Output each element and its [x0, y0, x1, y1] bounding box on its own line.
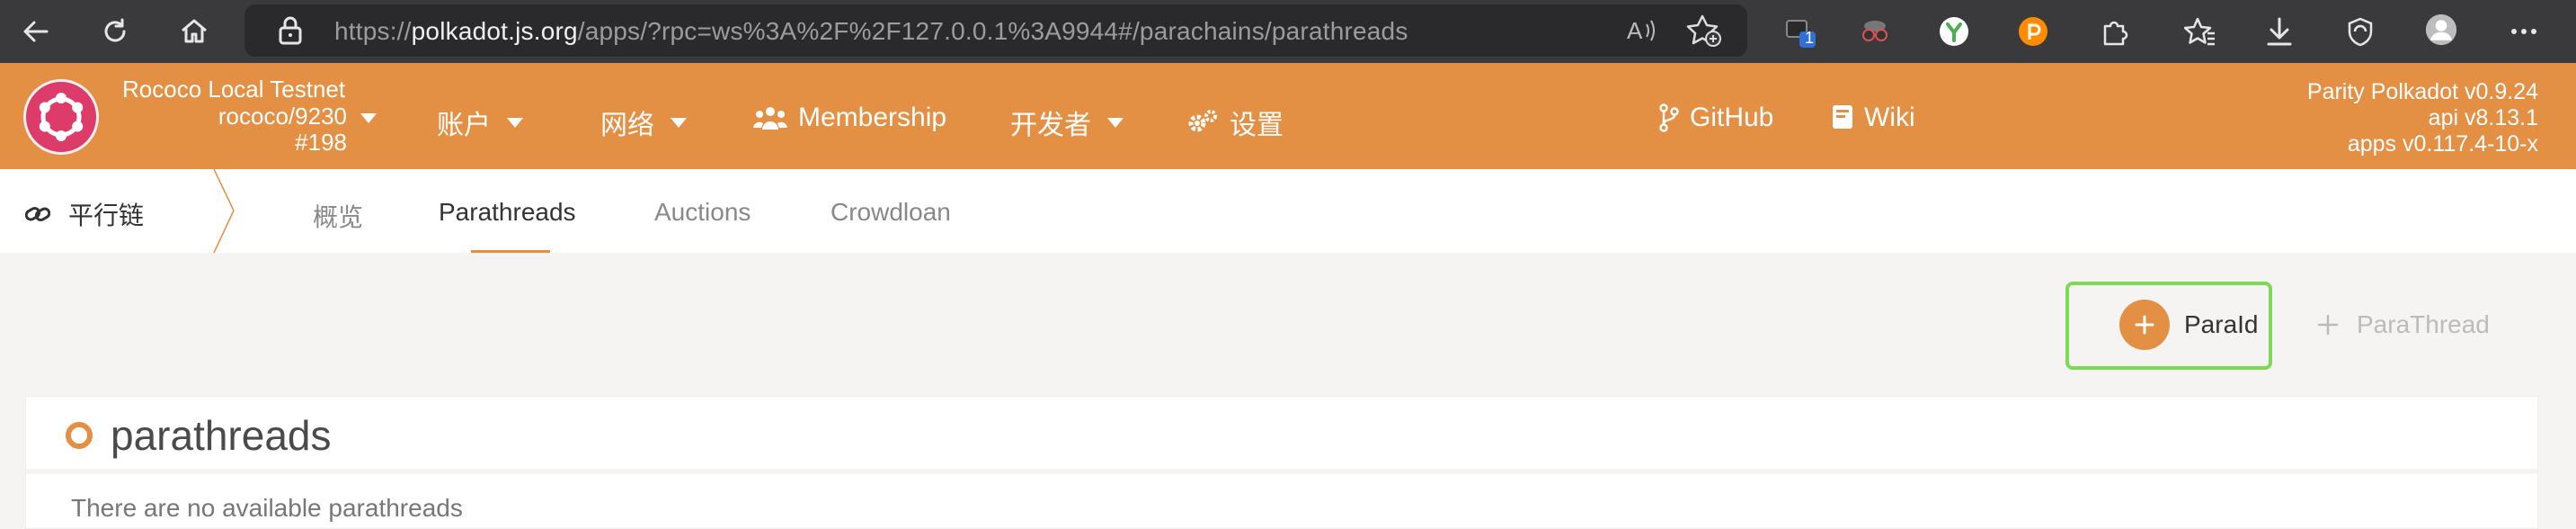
back-icon[interactable] [20, 15, 52, 48]
menu-accounts-label: 账户 [437, 111, 491, 140]
downloads-icon[interactable] [2263, 15, 2296, 48]
y-extension-icon[interactable] [1938, 15, 1970, 48]
add-paraid-button[interactable]: ParaId [2119, 300, 2259, 350]
table-title: parathreads [111, 412, 332, 459]
chevron-down-icon [507, 117, 523, 128]
tab-parathreads[interactable]: Parathreads [439, 198, 576, 227]
menu-membership-label: Membership [798, 103, 947, 132]
chevron-down-icon [1107, 117, 1124, 128]
parathreads-table: parathreads There are no available parat… [25, 396, 2538, 529]
tab-auctions[interactable]: Auctions [654, 198, 751, 227]
table-header: parathreads [66, 411, 332, 460]
code-branch-icon [1659, 103, 1679, 132]
plus-icon [2119, 300, 2170, 350]
menu-membership[interactable]: Membership [753, 103, 946, 133]
home-icon[interactable] [178, 15, 210, 48]
add-favorite-icon[interactable] [1686, 13, 1722, 48]
menu-settings-label: 设置 [1230, 111, 1284, 140]
browser-essentials-icon[interactable] [2344, 15, 2376, 48]
menu-developer-label: 开发者 [1010, 111, 1091, 140]
lock-icon[interactable] [277, 15, 304, 46]
sub-navigation: 平行链 概览 Parathreads Auctions Crowdloan [0, 169, 2576, 253]
browser-toolbar: https://polkadot.js.org/apps/?rpc=ws%3A%… [0, 0, 2576, 63]
users-icon [753, 104, 787, 131]
tab-overview[interactable]: 概览 [313, 198, 363, 234]
menu-developer[interactable]: 开发者 [1010, 103, 1124, 142]
block-number: #198 [295, 129, 347, 156]
plus-icon [2317, 314, 2339, 336]
menu-network-label: 网络 [600, 111, 654, 140]
add-parathread-button[interactable]: ParaThread [2317, 300, 2490, 350]
menu-wiki[interactable]: Wiki [1832, 103, 1915, 133]
chain-name: Rococo Local Testnet [122, 76, 346, 103]
menu-network[interactable]: 网络 [600, 103, 687, 142]
profile-icon[interactable] [2425, 13, 2461, 49]
extensions-puzzle-icon[interactable] [2098, 15, 2130, 48]
section-label: 平行链 [68, 202, 145, 229]
menu-wiki-label: Wiki [1864, 103, 1915, 132]
polkadot-logo[interactable] [23, 79, 99, 155]
apps-version: apps v0.117.4-10-x [2347, 131, 2538, 157]
tab-crowdloan[interactable]: Crowdloan [831, 198, 951, 227]
section-title: 平行链 [25, 196, 144, 232]
read-aloud-icon[interactable]: A [1625, 15, 1657, 46]
breadcrumb-separator [213, 169, 235, 253]
link-icon [25, 204, 50, 224]
extension-badge: 1 [1804, 29, 1814, 47]
chain-chevron-down-icon[interactable] [360, 113, 377, 123]
spy-extension-icon[interactable] [1859, 15, 1891, 48]
gears-icon [1186, 109, 1219, 136]
url-text: https://polkadot.js.org/apps/?rpc=ws%3A%… [334, 17, 1408, 45]
version-info: Parity Polkadot v0.9.24 api v8.13.1 apps… [2307, 79, 2538, 157]
bullet-icon [66, 422, 93, 449]
menu-accounts[interactable]: 账户 [437, 103, 523, 142]
empty-message: There are no available parathreads [71, 494, 463, 522]
extension-icon[interactable]: 1 [1783, 15, 1816, 48]
favorites-icon[interactable] [2183, 15, 2216, 48]
refresh-icon[interactable] [99, 15, 131, 48]
polkadot-extension-icon[interactable] [2017, 15, 2049, 48]
menu-github[interactable]: GitHub [1659, 103, 1773, 133]
active-tab-indicator [471, 250, 550, 253]
app-header: Rococo Local Testnet rococo/9230 #198 账户… [0, 63, 2576, 169]
address-bar[interactable]: https://polkadot.js.org/apps/?rpc=ws%3A%… [244, 4, 1747, 57]
add-paraid-label: ParaId [2184, 310, 2259, 338]
add-parathread-label: ParaThread [2357, 310, 2490, 338]
svg-text:A: A [1627, 17, 1643, 44]
api-version: api v8.13.1 [2428, 105, 2538, 130]
divider [26, 469, 2537, 474]
menu-settings[interactable]: 设置 [1186, 103, 1284, 142]
book-icon [1832, 104, 1853, 131]
node-name: rococo/9230 [218, 103, 347, 130]
more-icon[interactable] [2508, 15, 2540, 48]
runtime-version: Parity Polkadot v0.9.24 [2306, 79, 2538, 104]
menu-github-label: GitHub [1690, 103, 1774, 132]
chevron-down-icon [671, 117, 687, 128]
